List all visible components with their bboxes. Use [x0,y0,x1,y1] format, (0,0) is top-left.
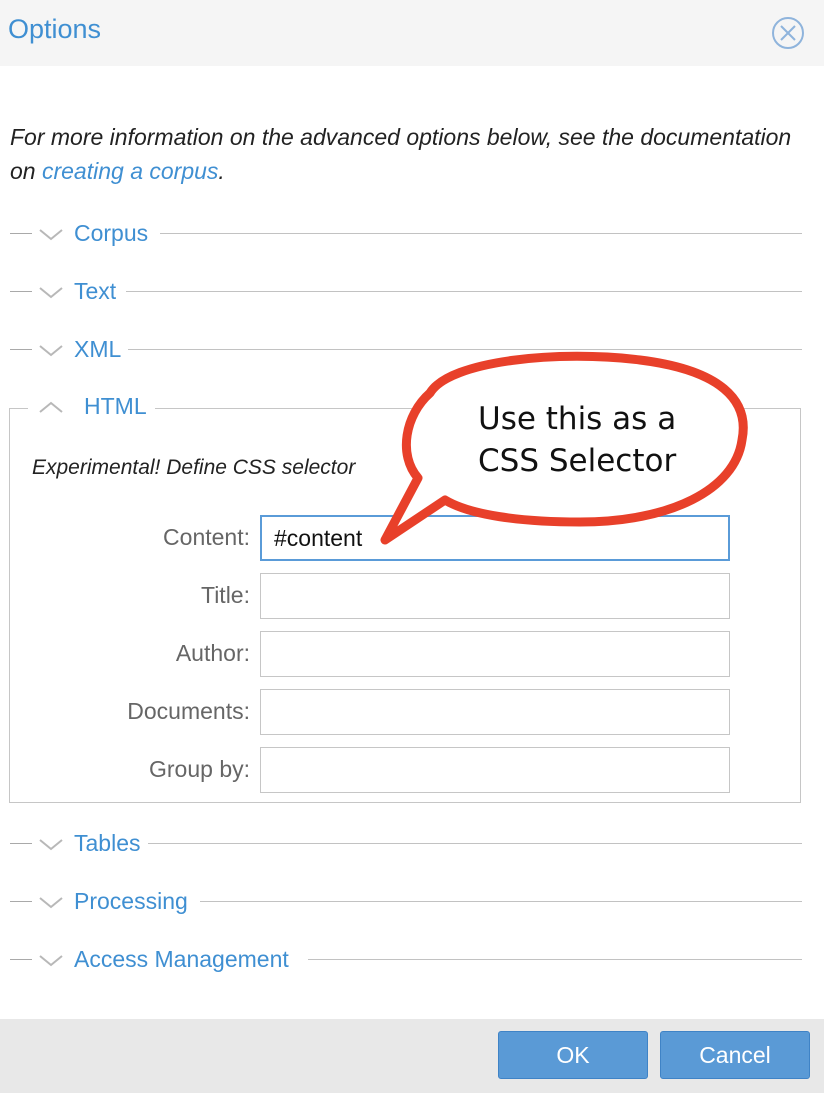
dialog-footer: OK Cancel [0,1019,824,1093]
section-html-label[interactable]: HTML [84,393,147,420]
section-dash [10,959,32,960]
group-by-input[interactable] [260,747,730,793]
section-access-label[interactable]: Access Management [74,946,297,973]
chevron-down-icon[interactable] [38,834,64,854]
section-divider [200,901,802,902]
section-xml-label[interactable]: XML [74,336,130,363]
ok-button[interactable]: OK [498,1031,648,1079]
chevron-down-icon[interactable] [38,892,64,912]
section-divider [160,233,802,234]
section-corpus-label[interactable]: Corpus [74,220,157,247]
documents-field-row: Documents: [10,689,802,735]
content-input[interactable] [260,515,730,561]
title-input[interactable] [260,573,730,619]
creating-corpus-link[interactable]: creating a corpus [42,158,218,184]
title-field-row: Title: [10,573,802,619]
section-corpus[interactable]: Corpus [10,216,802,252]
section-dash [10,843,32,844]
callout-text: Use this as a CSS Selector [478,398,728,482]
author-label: Author: [175,640,250,666]
section-access-management[interactable]: Access Management [10,942,802,978]
documents-input[interactable] [260,689,730,735]
content-label: Content: [163,524,250,550]
section-dash [10,233,32,234]
section-text[interactable]: Text [10,274,802,310]
section-dash [10,349,32,350]
dialog-header: Options [0,0,824,66]
intro-text: For more information on the advanced opt… [10,120,800,188]
section-divider [128,349,802,350]
section-divider [148,843,802,844]
group-by-label: Group by: [149,756,250,782]
section-tables[interactable]: Tables [10,826,802,862]
author-input[interactable] [260,631,730,677]
chevron-down-icon[interactable] [38,950,64,970]
section-tables-label[interactable]: Tables [74,830,149,857]
experimental-note: Experimental! Define CSS selector [32,456,356,479]
title-label: Title: [201,582,250,608]
cancel-button[interactable]: Cancel [660,1031,810,1079]
dialog-title: Options [8,14,102,44]
section-dash [10,291,32,292]
callout-line-1: Use this as a [478,401,677,437]
section-html-legend[interactable]: HTML [28,389,155,425]
close-icon[interactable] [770,15,806,51]
chevron-up-icon[interactable] [38,397,64,417]
intro-text-after: . [218,158,225,184]
section-divider [308,959,802,960]
options-dialog: Options For more information on the adva… [0,0,824,1093]
content-field-row: Content: [10,515,802,561]
callout-line-2: CSS Selector [478,443,677,479]
author-field-row: Author: [10,631,802,677]
section-divider [126,291,802,292]
section-text-label[interactable]: Text [74,278,125,305]
chevron-down-icon[interactable] [38,224,64,244]
section-processing-label[interactable]: Processing [74,888,196,915]
chevron-down-icon[interactable] [38,340,64,360]
section-processing[interactable]: Processing [10,884,802,920]
section-dash [10,901,32,902]
documents-label: Documents: [127,698,250,724]
section-xml[interactable]: XML [10,332,802,368]
group-by-field-row: Group by: [10,747,802,793]
chevron-down-icon[interactable] [38,282,64,302]
